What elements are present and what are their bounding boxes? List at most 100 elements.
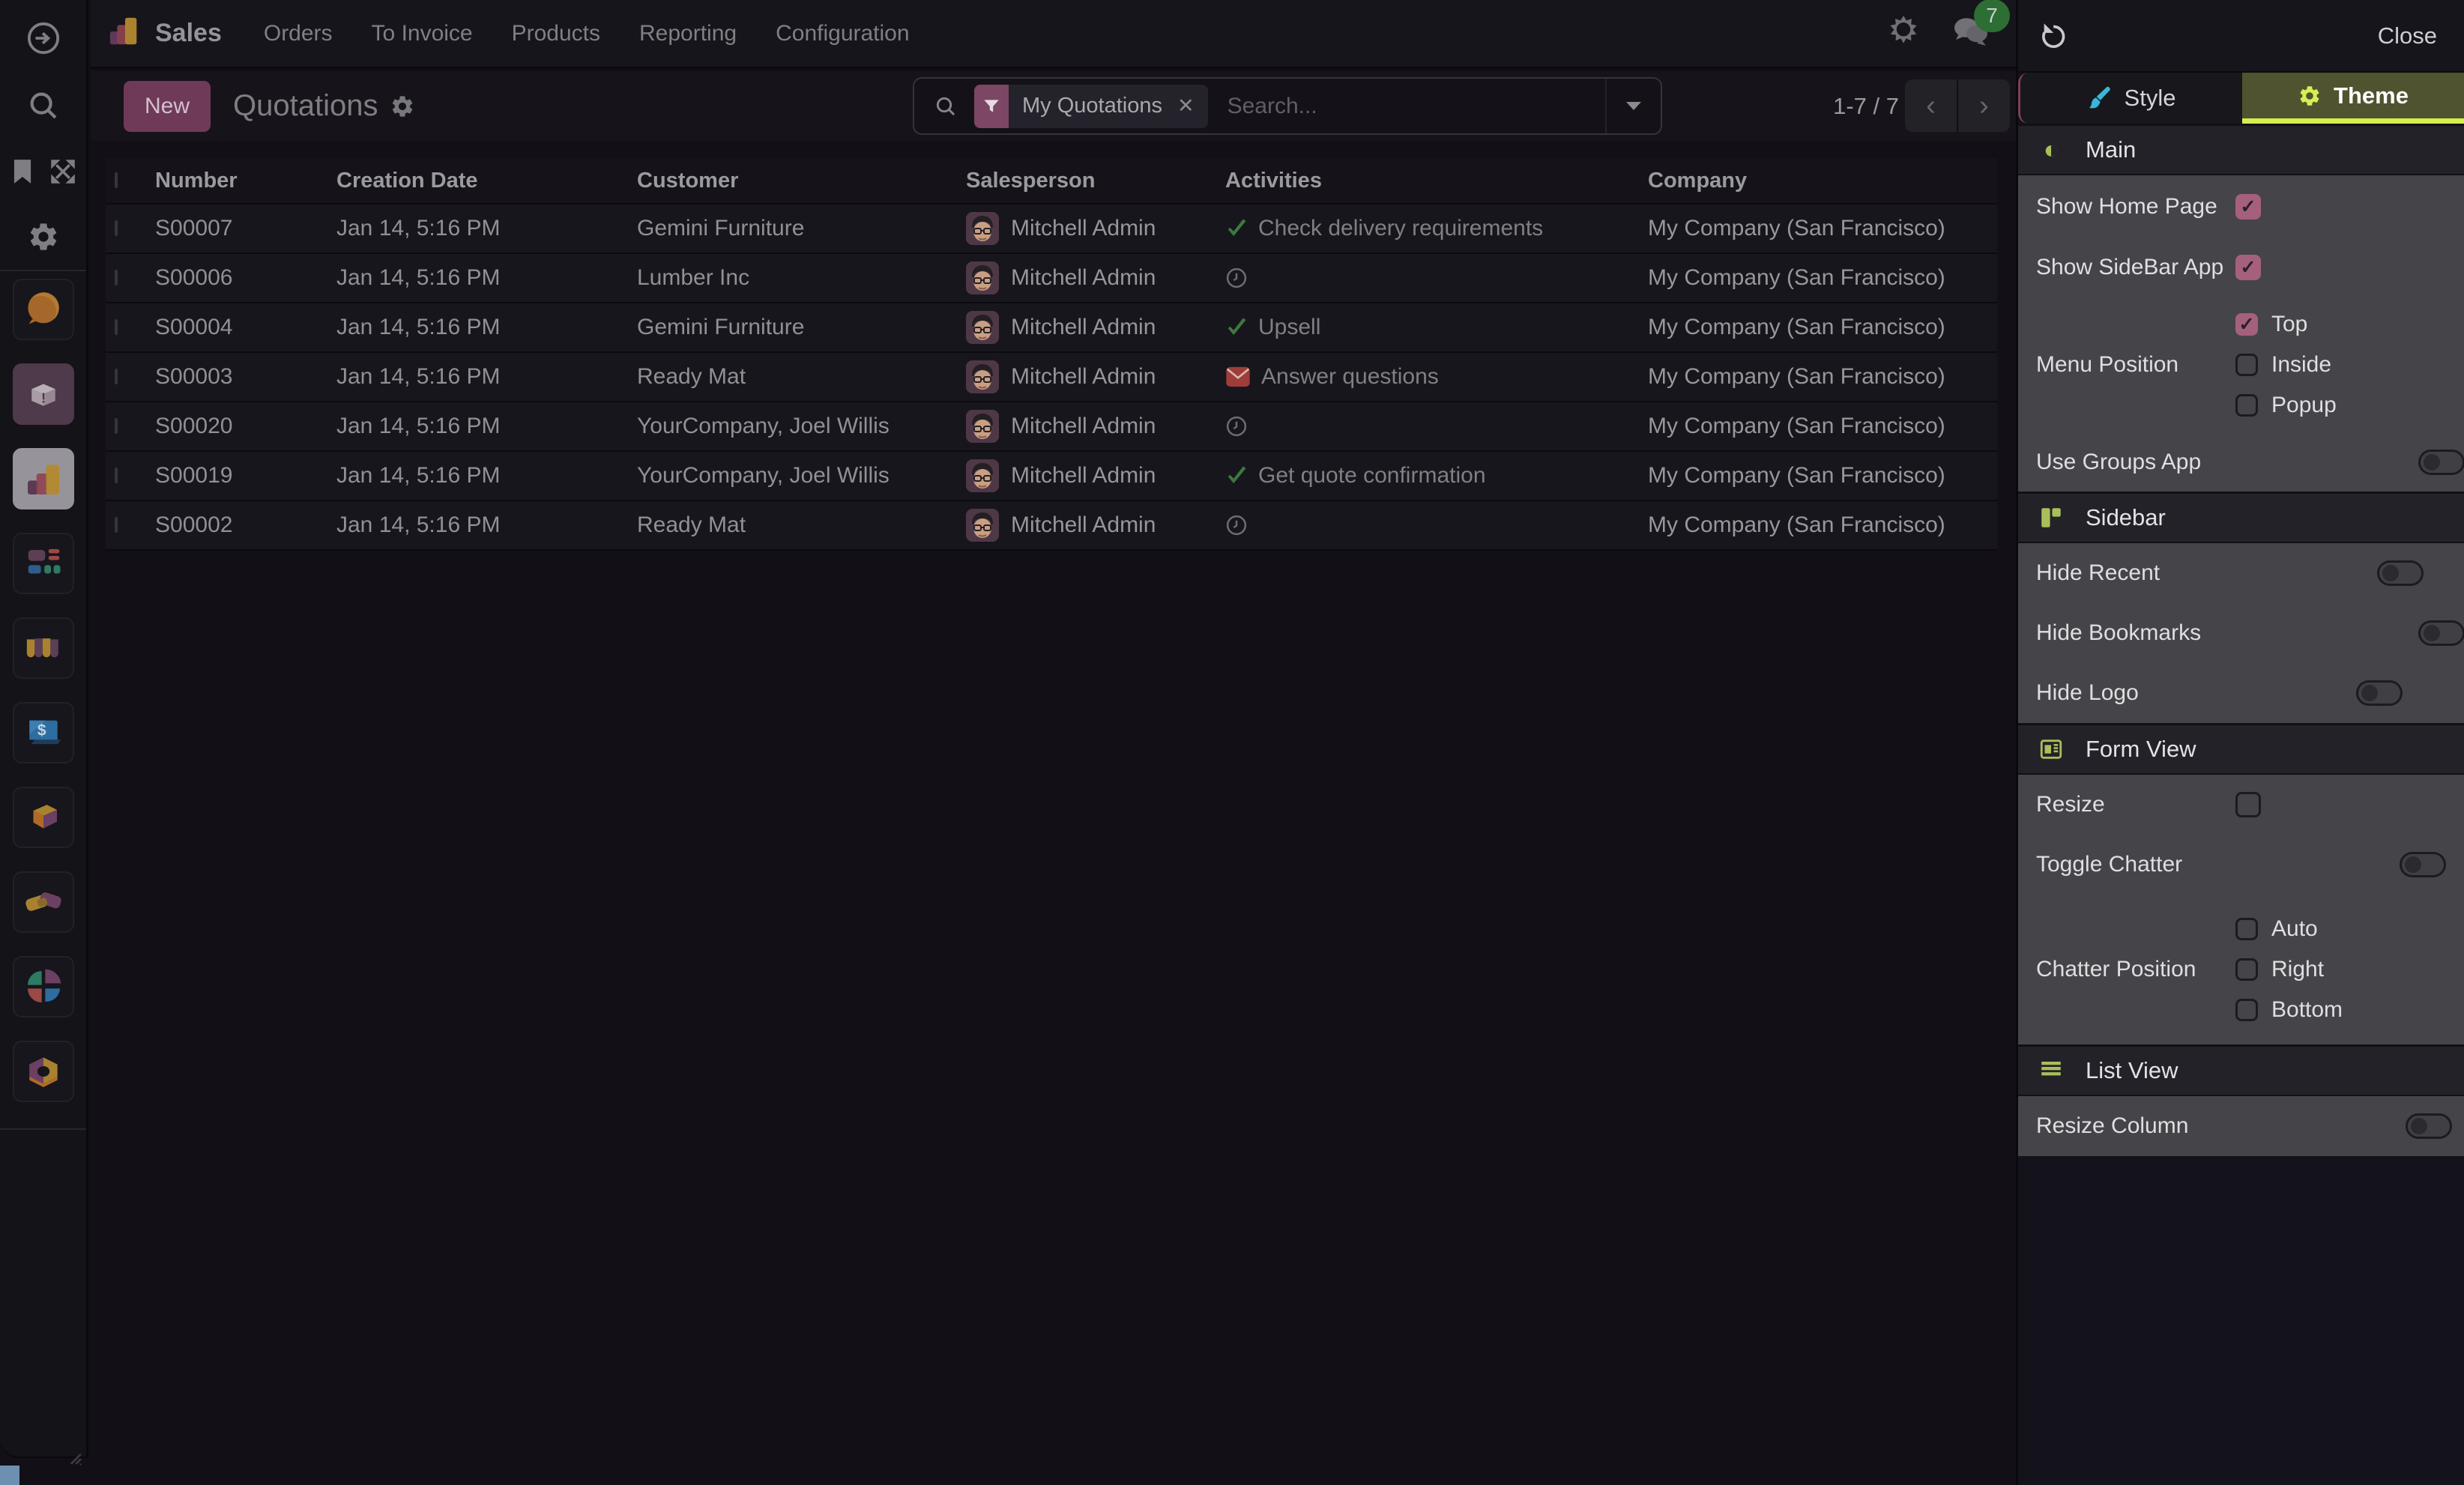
sidebar-resize-handle[interactable] [63,1446,82,1469]
section-list-view-header[interactable]: List View [2018,1044,2464,1096]
chatter-position-auto[interactable]: Auto [2235,916,2343,942]
col-activities[interactable]: Activities [1225,169,1648,193]
pager-prev-button[interactable]: ‹ [1905,79,1958,132]
col-customer[interactable]: Customer [637,169,966,193]
home-circle-arrow-icon[interactable] [0,21,86,55]
cell-activity[interactable]: Answer questions [1225,364,1648,390]
menu-products[interactable]: Products [512,21,600,46]
view-settings-cog-icon[interactable] [390,94,415,119]
row-checkbox[interactable] [115,319,118,335]
messages-icon[interactable]: 7 [1951,14,1990,52]
bottom-checkbox[interactable] [2235,999,2258,1021]
toggle-chatter-toggle[interactable] [2400,852,2446,877]
cell-activity[interactable] [1225,267,1648,289]
cell-activity[interactable] [1225,415,1648,438]
col-company[interactable]: Company [1648,169,1997,193]
bookmark-icon[interactable] [8,156,37,187]
new-button[interactable]: New [124,81,211,132]
row-checkbox[interactable] [115,369,118,384]
cell-company: My Company (San Francisco) [1648,364,1997,390]
sales-app-logo-icon[interactable] [107,14,142,52]
app-tile-manufacturing[interactable] [13,1041,74,1102]
theme-sun-icon[interactable] [1885,13,1921,53]
setting-label: Hide Bookmarks [2036,620,2201,646]
top-checkbox[interactable]: ✓ [2235,313,2258,336]
setting-label: Show SideBar App [2036,255,2223,280]
col-creation-date[interactable]: Creation Date [336,169,637,193]
resize-checkbox[interactable] [2235,792,2261,817]
app-tile-sales-active[interactable] [13,448,74,509]
search-icon[interactable] [0,88,86,123]
app-tile-accounting[interactable]: $ [13,702,74,763]
half-circle-icon: ◐ [2036,136,2066,165]
menu-configuration[interactable]: Configuration [776,21,909,46]
use-groups-app-toggle[interactable] [2418,450,2464,475]
setting-show-sidebar-app: Show SideBar App ✓ [2018,238,2464,297]
row-checkbox[interactable] [115,270,118,285]
expand-arrows-icon[interactable] [47,156,79,187]
app-tile-purchase[interactable] [13,787,74,848]
table-row[interactable]: S00002 Jan 14, 5:16 PM Ready Mat Mitchel… [106,501,1997,551]
auto-checkbox[interactable] [2235,918,2258,940]
chatter-position-bottom[interactable]: Bottom [2235,997,2343,1023]
filter-remove-icon[interactable]: ✕ [1177,94,1195,118]
row-checkbox[interactable] [115,517,118,533]
hide-bookmarks-toggle[interactable] [2418,620,2464,646]
salesperson-name: Mitchell Admin [1011,216,1156,241]
popup-checkbox[interactable] [2235,394,2258,417]
hide-logo-toggle[interactable] [2356,680,2403,706]
menu-to-invoice[interactable]: To Invoice [372,21,473,46]
row-checkbox[interactable] [115,220,118,236]
table-row[interactable]: S00019 Jan 14, 5:16 PM YourCompany, Joel… [106,452,1997,501]
app-name[interactable]: Sales [155,19,222,48]
pager-next-button[interactable]: › [1958,79,2010,132]
col-salesperson[interactable]: Salesperson [966,169,1225,193]
tab-theme[interactable]: Theme [2242,73,2464,124]
row-checkbox[interactable] [115,468,118,483]
resize-column-toggle[interactable] [2406,1113,2452,1139]
cell-activity[interactable]: Upsell [1225,315,1648,340]
table-row[interactable]: S00007 Jan 14, 5:16 PM Gemini Furniture … [106,205,1997,254]
menu-orders[interactable]: Orders [264,21,333,46]
app-tile-point-of-sale[interactable] [13,617,74,679]
section-form-view-header[interactable]: Form View [2018,723,2464,775]
gear-icon[interactable] [0,220,86,253]
section-sidebar-header[interactable]: Sidebar [2018,492,2464,543]
app-tile-pie-dashboard[interactable] [13,956,74,1017]
hide-recent-toggle[interactable] [2377,560,2424,586]
menu-position-popup[interactable]: Popup [2235,393,2337,418]
right-checkbox[interactable] [2235,958,2258,981]
col-number[interactable]: Number [155,169,336,193]
row-checkbox[interactable] [115,418,118,434]
cell-customer: Gemini Furniture [637,315,966,340]
section-main-header[interactable]: ◐ Main [2018,124,2464,175]
cell-activity[interactable]: Check delivery requirements [1225,216,1648,241]
chatter-position-right[interactable]: Right [2235,957,2343,982]
filter-chip[interactable]: My Quotations ✕ [974,85,1208,128]
show-home-page-checkbox[interactable]: ✓ [2235,194,2261,220]
table-row[interactable]: S00003 Jan 14, 5:16 PM Ready Mat Mitchel… [106,353,1997,402]
table-row[interactable]: S00004 Jan 14, 5:16 PM Gemini Furniture … [106,303,1997,353]
cell-activity[interactable]: Get quote confirmation [1225,463,1648,489]
app-tile-dashboards[interactable] [13,533,74,594]
search-input[interactable]: Search... [1228,94,1317,119]
select-all-checkbox[interactable] [115,172,118,188]
table-row[interactable]: S00006 Jan 14, 5:16 PM Lumber Inc Mitche… [106,254,1997,303]
tab-style[interactable]: Style [2018,73,2242,124]
menu-position-top[interactable]: ✓ Top [2235,312,2337,337]
menu-reporting[interactable]: Reporting [639,21,737,46]
app-tile-links[interactable] [13,871,74,933]
table-row[interactable]: S00020 Jan 14, 5:16 PM YourCompany, Joel… [106,402,1997,452]
section-main-body: Show Home Page ✓ Show SideBar App ✓ Menu… [2018,175,2464,492]
close-button[interactable]: Close [2378,22,2437,49]
app-tile-discuss[interactable] [13,279,74,340]
undo-icon[interactable] [2039,21,2069,51]
show-sidebar-app-checkbox[interactable]: ✓ [2235,255,2261,280]
cell-company: My Company (San Francisco) [1648,414,1997,439]
search-bar[interactable]: My Quotations ✕ Search... [913,77,1662,135]
menu-position-inside[interactable]: Inside [2235,352,2337,378]
search-dropdown-caret-icon[interactable] [1605,79,1661,133]
inside-checkbox[interactable] [2235,354,2258,376]
cell-activity[interactable] [1225,514,1648,536]
app-tile-inventory-alert[interactable]: ! [13,363,74,425]
